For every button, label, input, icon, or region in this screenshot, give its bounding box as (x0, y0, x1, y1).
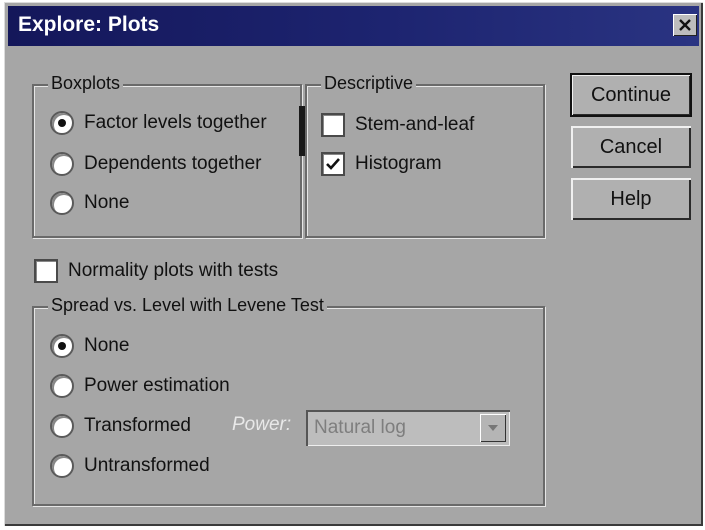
chevron-down-icon (488, 425, 498, 431)
radio-boxplots-none[interactable]: None (50, 189, 250, 217)
checkbox[interactable] (34, 259, 58, 283)
close-icon (679, 19, 691, 31)
radio-button[interactable] (50, 454, 74, 478)
checkmark-icon (326, 158, 340, 170)
option-label: Stem-and-leaf (355, 114, 475, 135)
radio-button[interactable] (50, 191, 74, 215)
checkbox-normality-plots[interactable]: Normality plots with tests (34, 257, 334, 285)
radio-button[interactable] (50, 152, 74, 176)
power-dropdown-value: Natural log (314, 417, 406, 438)
radio-button-checked[interactable] (50, 111, 74, 135)
option-label: Transformed (84, 415, 191, 436)
descriptive-legend: Descriptive (321, 73, 417, 94)
close-button[interactable] (673, 14, 697, 36)
option-label: Histogram (355, 153, 442, 174)
dialog-title: Explore: Plots (18, 13, 160, 36)
cancel-button[interactable]: Cancel (571, 126, 691, 168)
option-label: Factor levels together (84, 112, 267, 133)
radio-factor-levels-together[interactable]: Factor levels together (50, 109, 298, 137)
radio-button[interactable] (50, 414, 74, 438)
option-label: Power estimation (84, 375, 230, 396)
checkbox-checked[interactable] (321, 152, 345, 176)
radio-transformed[interactable]: Transformed (50, 412, 230, 440)
radio-button-checked[interactable] (50, 334, 74, 358)
spread-vs-level-group: Spread vs. Level with Levene Test None P… (32, 295, 545, 506)
spread-legend: Spread vs. Level with Levene Test (48, 295, 327, 316)
checkbox-stem-and-leaf[interactable]: Stem-and-leaf (321, 111, 536, 139)
radio-untransformed[interactable]: Untransformed (50, 452, 250, 480)
dropdown-arrow-button[interactable] (480, 414, 506, 442)
power-dropdown[interactable]: Natural log (306, 410, 510, 446)
radio-dependents-together[interactable]: Dependents together (50, 150, 298, 178)
radio-power-estimation[interactable]: Power estimation (50, 372, 270, 400)
checkbox[interactable] (321, 113, 345, 137)
checkbox-histogram[interactable]: Histogram (321, 150, 536, 178)
radio-button[interactable] (50, 374, 74, 398)
continue-button[interactable]: Continue (570, 73, 692, 117)
option-label: None (84, 335, 130, 356)
radio-spread-none[interactable]: None (50, 332, 250, 360)
option-label: Untransformed (84, 455, 210, 476)
option-label: None (84, 192, 130, 213)
title-bar[interactable]: Explore: Plots (8, 6, 699, 46)
power-label: Power: (232, 414, 292, 435)
help-button[interactable]: Help (571, 178, 691, 220)
boxplots-legend: Boxplots (48, 73, 124, 94)
boxplots-group: Boxplots Factor levels together Dependen… (32, 73, 302, 238)
explore-plots-dialog: Explore: Plots Boxplots Factor levels to… (4, 2, 703, 526)
option-label: Dependents together (84, 153, 262, 174)
descriptive-group: Descriptive Stem-and-leaf Histogram (305, 73, 545, 238)
option-label: Normality plots with tests (68, 260, 279, 281)
